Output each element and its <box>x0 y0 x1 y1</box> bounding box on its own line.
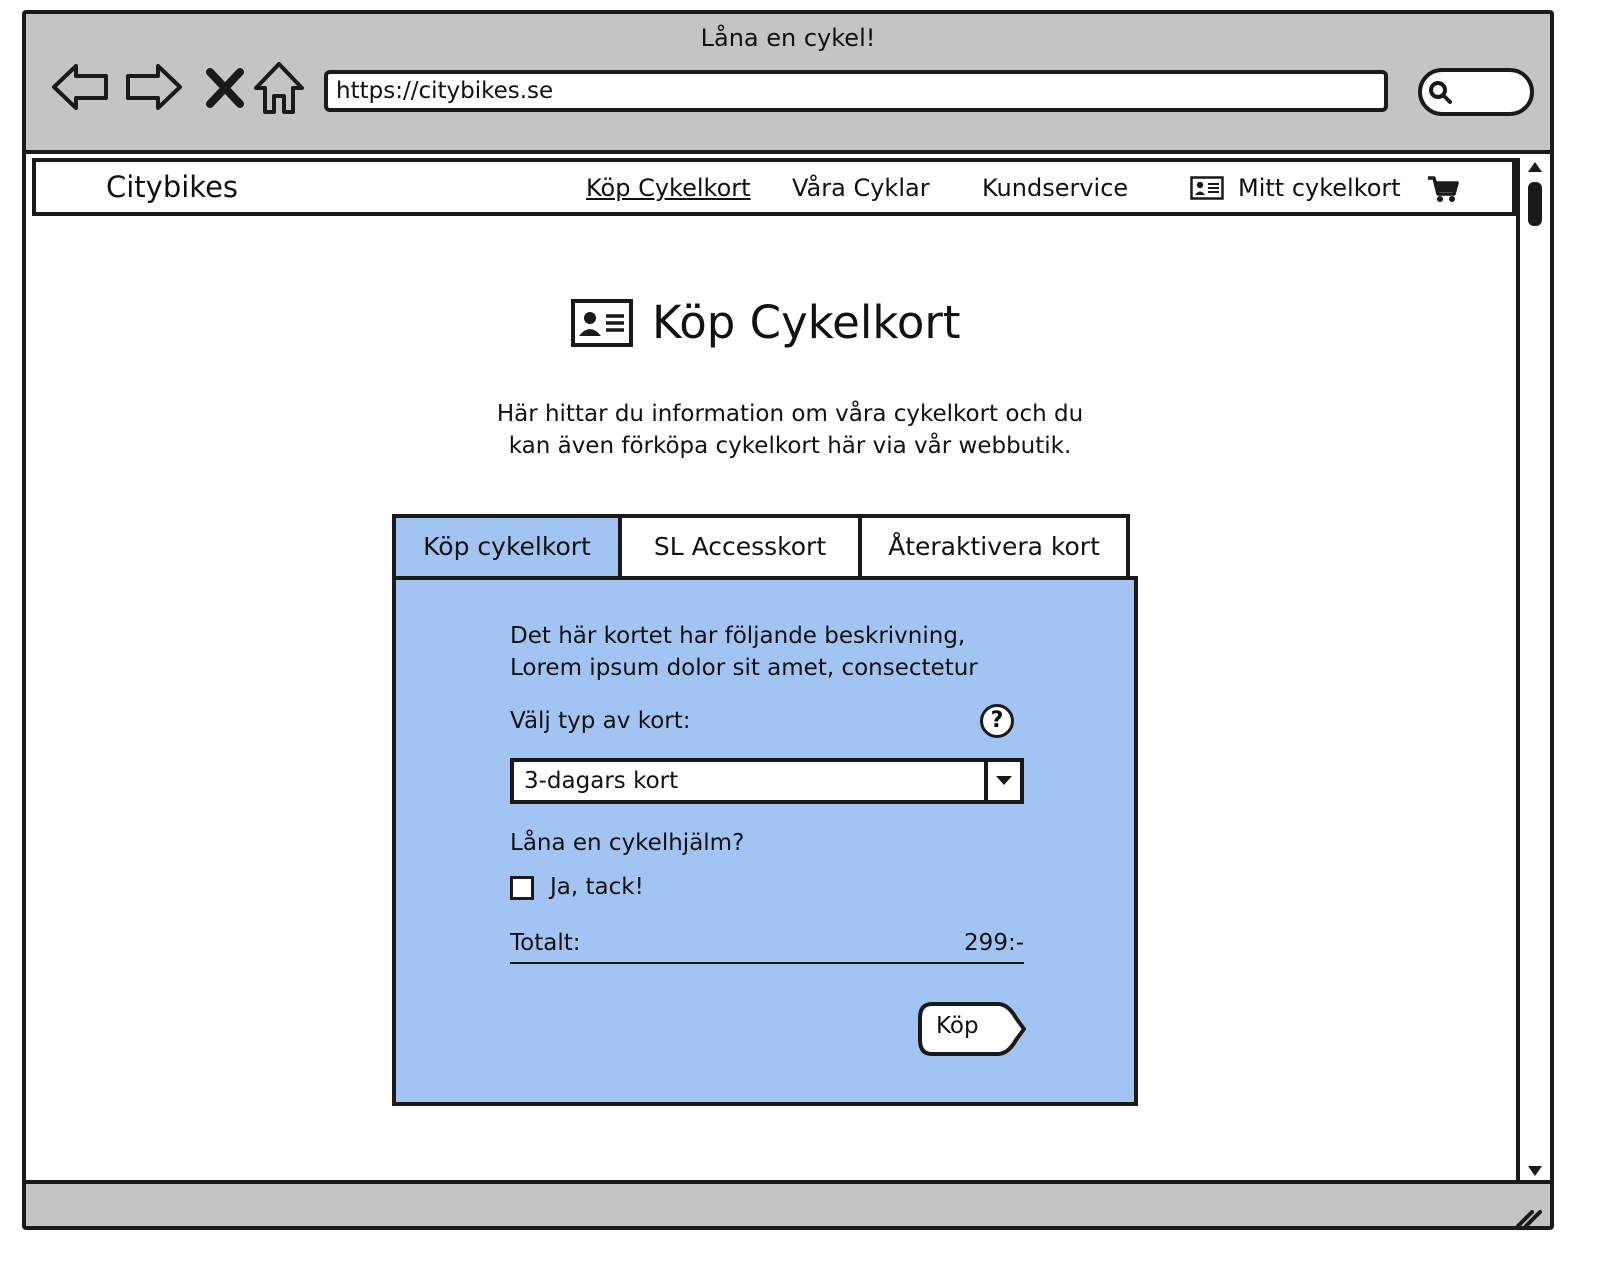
forward-arrow-icon[interactable] <box>122 56 184 118</box>
card-description: Det här kortet har följande beskrivning,… <box>510 620 978 684</box>
tab-kop-cykelkort[interactable]: Köp cykelkort <box>392 514 622 580</box>
card-description-line-1: Det här kortet har följande beskrivning, <box>510 623 966 649</box>
search-input[interactable] <box>1418 68 1534 116</box>
card-type-selected-value: 3-dagars kort <box>524 768 679 794</box>
card-type-label: Välj typ av kort: <box>510 708 691 734</box>
help-icon[interactable]: ? <box>980 704 1014 738</box>
total-label: Totalt: <box>510 930 581 956</box>
search-icon <box>1429 81 1452 104</box>
scroll-down-arrow-icon[interactable] <box>1524 1162 1546 1180</box>
address-bar[interactable]: https://citybikes.se <box>324 70 1388 112</box>
intro-text: Här hittar du information om våra cykelk… <box>440 398 1140 462</box>
home-icon[interactable] <box>248 56 310 118</box>
page-heading: Köp Cykelkort <box>570 296 961 349</box>
buy-button-label: Köp <box>936 1013 979 1039</box>
card-description-line-2: Lorem ipsum dolor sit amet, consectetur <box>510 655 978 681</box>
browser-titlebar: Låna en cykel! https://citybikes.se <box>26 14 1550 154</box>
window-title: Låna en cykel! <box>700 24 876 52</box>
total-row: Totalt: 299:- <box>510 930 1024 964</box>
page-title: Köp Cykelkort <box>652 296 961 349</box>
nav-link-kundservice[interactable]: Kundservice <box>982 174 1128 202</box>
purchase-panel: Det här kortet har följande beskrivning,… <box>392 576 1138 1106</box>
nav-link-kop-cykelkort[interactable]: Köp Cykelkort <box>586 174 751 202</box>
buy-button[interactable]: Köp <box>916 1000 1028 1058</box>
tab-ateraktivera-kort[interactable]: Återaktivera kort <box>858 514 1130 580</box>
intro-line-2: kan även förköpa cykelkort här via vår w… <box>508 433 1072 459</box>
scrollbar-thumb[interactable] <box>1528 182 1542 226</box>
tab-sl-accesskort[interactable]: SL Accesskort <box>618 514 862 580</box>
site-navbar: Citybikes Köp Cykelkort Våra Cyklar Kund… <box>32 158 1516 216</box>
id-card-icon <box>571 298 633 347</box>
helmet-checkbox-label[interactable]: Ja, tack! <box>550 874 644 900</box>
nav-link-mitt-cykelkort-label: Mitt cykelkort <box>1238 174 1401 202</box>
intro-line-1: Här hittar du information om våra cykelk… <box>496 401 1084 427</box>
close-icon[interactable] <box>194 56 256 118</box>
total-value: 299:- <box>964 930 1024 956</box>
helmet-checkbox[interactable] <box>510 876 534 900</box>
shopping-cart-icon[interactable] <box>1426 174 1460 204</box>
resize-handle-icon[interactable] <box>1514 1204 1544 1228</box>
vertical-scrollbar[interactable] <box>1516 158 1550 1180</box>
chevron-down-icon[interactable] <box>984 762 1020 800</box>
site-logo[interactable]: Citybikes <box>106 170 238 204</box>
helmet-question: Låna en cykelhjälm? <box>510 830 745 856</box>
scroll-up-arrow-icon[interactable] <box>1524 158 1546 176</box>
browser-statusbar <box>26 1180 1550 1228</box>
nav-link-mitt-cykelkort[interactable]: Mitt cykelkort <box>1190 174 1401 202</box>
id-card-icon <box>1190 176 1224 200</box>
back-arrow-icon[interactable] <box>50 56 112 118</box>
nav-link-vara-cyklar[interactable]: Våra Cyklar <box>792 174 930 202</box>
card-type-select[interactable]: 3-dagars kort <box>510 758 1024 804</box>
